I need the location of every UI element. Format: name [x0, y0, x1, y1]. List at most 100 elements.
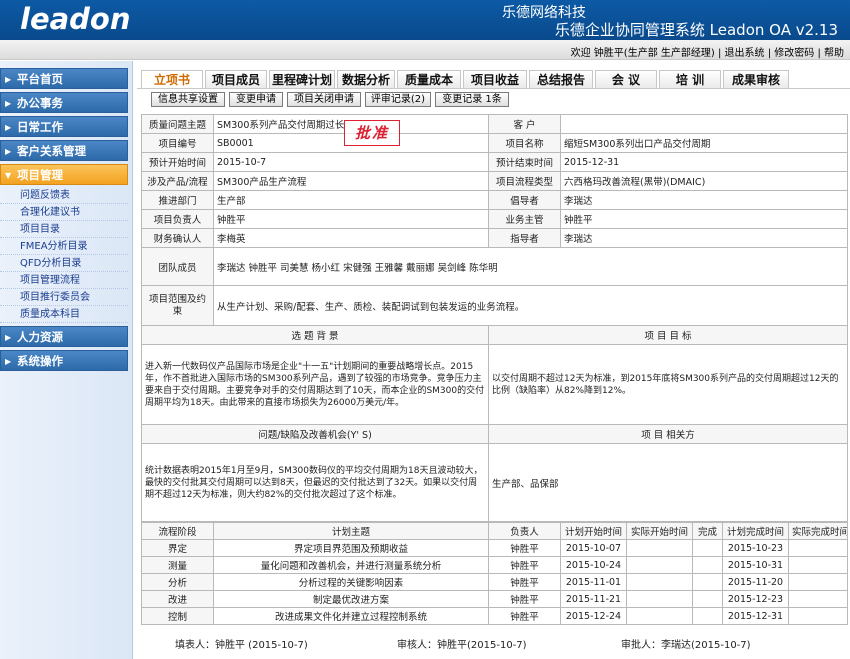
plan-planned-start: 2015-12-24: [560, 607, 627, 625]
close-request-button[interactable]: 项目关闭申请: [287, 92, 361, 107]
plan-topic: 界定项目界范围及预期收益: [213, 539, 489, 557]
members-value: 李瑞达 钟胜平 司美慧 杨小红 宋健强 王雅馨 戴丽娜 吴剑峰 陈华明: [213, 247, 848, 286]
leader-value: 钟胜平: [213, 209, 489, 229]
sidebar-item-home[interactable]: 平台首页: [0, 68, 128, 90]
approver-signature: 审批人：李瑞达(2015-10-7): [621, 640, 751, 651]
department-label: 推进部门: [141, 190, 214, 210]
filler-signature: 填表人：钟胜平 (2015-10-7): [175, 640, 308, 651]
planned-end-value: 2015-12-31: [560, 152, 848, 172]
sidebar-subitem-project-flow[interactable]: 项目管理流程: [0, 272, 128, 289]
plan-actual-end: [788, 539, 848, 557]
planned-end-label: 预计结束时间: [488, 152, 561, 172]
tab-charter[interactable]: 立项书: [141, 70, 203, 89]
plan-phase: 测量: [141, 556, 214, 574]
plan-owner: 钟胜平: [488, 539, 561, 557]
flow-type-value: 六西格玛改善流程(黑带)(DMAIC): [560, 171, 848, 191]
plan-owner: 钟胜平: [488, 573, 561, 591]
plan-actual-start: [626, 556, 693, 574]
tab-meetings[interactable]: 会 议: [595, 70, 657, 89]
project-code-label: 项目编号: [141, 133, 214, 153]
tab-data-analysis[interactable]: 数据分析: [337, 70, 395, 89]
sidebar-subitem-suggestion[interactable]: 合理化建议书: [0, 204, 128, 221]
plan-done: [692, 556, 723, 574]
change-password-link[interactable]: 修改密码: [774, 48, 814, 59]
goal-text: 以交付周期不超过12天为标准，到2015年底将SM300系列产品的交付周期超过1…: [488, 344, 848, 425]
sidebar-item-project-management[interactable]: 项目管理: [0, 164, 128, 186]
background-header: 选 题 背 景: [141, 325, 489, 345]
plan-owner: 钟胜平: [488, 590, 561, 608]
plan-planned-end: 2015-12-23: [722, 590, 789, 608]
sidebar-item-daily-work[interactable]: 日常工作: [0, 116, 128, 138]
sidebar-item-crm[interactable]: 客户关系管理: [0, 140, 128, 162]
plan-header-actual-start: 实际开始时间: [626, 522, 693, 540]
planned-start-value: 2015-10-7: [213, 152, 489, 172]
leadon-logo: leadon: [20, 2, 131, 36]
tab-summary-report[interactable]: 总结报告: [529, 70, 593, 89]
sidebar-subitem-feedback[interactable]: 问题反馈表: [0, 187, 128, 204]
plan-done: [692, 573, 723, 591]
plan-phase: 界定: [141, 539, 214, 557]
change-records-button[interactable]: 变更记录 1条: [435, 92, 509, 107]
app-header: leadon 乐德网络科技 乐德企业协同管理系统 Leadon OA v2.13: [0, 0, 850, 40]
table-row: 改进 制定最优改进方案 钟胜平 2015-11-21 2015-12-23: [141, 590, 848, 608]
sidebar-item-system[interactable]: 系统操作: [0, 350, 128, 372]
finance-label: 财务确认人: [141, 228, 214, 248]
sidebar-subitem-quality-cost[interactable]: 质量成本科目: [0, 306, 128, 323]
table-row: 分析 分析过程的关键影响因素 钟胜平 2015-11-01 2015-11-20: [141, 573, 848, 591]
review-records-button[interactable]: 评审记录(2): [365, 92, 431, 107]
tab-result-review[interactable]: 成果审核: [723, 70, 789, 89]
advocate-label: 倡导者: [488, 190, 561, 210]
tab-underline: [137, 88, 850, 89]
plan-topic: 制定最优改进方案: [213, 590, 489, 608]
plan-planned-end: 2015-11-20: [722, 573, 789, 591]
sidebar-subitem-project-catalog[interactable]: 项目目录: [0, 221, 128, 238]
supervisor-value: 钟胜平: [560, 209, 848, 229]
tab-quality-cost[interactable]: 质量成本: [397, 70, 461, 89]
sidebar-item-hr[interactable]: 人力资源: [0, 326, 128, 348]
department-value: 生产部: [213, 190, 489, 210]
plan-actual-start: [626, 539, 693, 557]
help-link[interactable]: 帮助: [824, 48, 844, 59]
plan-planned-start: 2015-11-21: [560, 590, 627, 608]
plan-planned-end: 2015-12-31: [722, 607, 789, 625]
tab-project-benefit[interactable]: 项目收益: [463, 70, 527, 89]
related-parties-text: 生产部、品保部: [488, 443, 848, 522]
plan-header-actual-end: 实际完成时间: [788, 522, 848, 540]
sidebar-subitem-committee[interactable]: 项目推行委员会: [0, 289, 128, 306]
plan-actual-start: [626, 607, 693, 625]
tab-milestones[interactable]: 里程碑计划: [269, 70, 335, 89]
plan-topic: 分析过程的关键影响因素: [213, 573, 489, 591]
plan-done: [692, 539, 723, 557]
finance-value: 李梅英: [213, 228, 489, 248]
reviewer-signature: 审核人：钟胜平(2015-10-7): [397, 640, 527, 651]
welcome-text: 欢迎 钟胜平(生产部 生产部经理): [570, 48, 715, 59]
customer-value: [560, 114, 848, 134]
supervisor-label: 业务主管: [488, 209, 561, 229]
table-row: 控制 改进成果文件化并建立过程控制系统 钟胜平 2015-12-24 2015-…: [141, 607, 848, 625]
product-label: 涉及产品/流程: [141, 171, 214, 191]
plan-topic: 量化问题和改善机会，并进行测量系统分析: [213, 556, 489, 574]
info-sharing-button[interactable]: 信息共享设置: [151, 92, 225, 107]
change-request-button[interactable]: 变更申请: [229, 92, 283, 107]
mentor-value: 李瑞达: [560, 228, 848, 248]
project-charter-form: 质量问题主题 SM300系列产品交付周期过长 客 户 项目编号 SB0001 项…: [141, 114, 848, 625]
sidebar-subitem-fmea[interactable]: FMEA分析目录: [0, 238, 128, 255]
user-bar: 欢迎 钟胜平(生产部 生产部经理) | 退出系统 | 修改密码 | 帮助: [570, 48, 844, 59]
table-row: 界定 界定项目界范围及预期收益 钟胜平 2015-10-07 2015-10-2…: [141, 539, 848, 557]
plan-actual-end: [788, 607, 848, 625]
plan-header-done: 完成: [692, 522, 723, 540]
scope-label: 项目范围及约束: [141, 285, 214, 326]
scope-value: 从生产计划、采购/配套、生产、质检、装配调试到包装发运的业务流程。: [213, 285, 848, 326]
tab-members[interactable]: 项目成员: [205, 70, 267, 89]
planned-start-label: 预计开始时间: [141, 152, 214, 172]
logout-link[interactable]: 退出系统: [725, 48, 765, 59]
approved-stamp: 批准: [344, 120, 400, 146]
plan-phase: 改进: [141, 590, 214, 608]
plan-done: [692, 590, 723, 608]
sidebar-subitem-qfd[interactable]: QFD分析目录: [0, 255, 128, 272]
product-value: SM300产品生产流程: [213, 171, 489, 191]
tab-training[interactable]: 培 训: [659, 70, 721, 89]
members-label: 团队成员: [141, 247, 214, 286]
plan-actual-start: [626, 573, 693, 591]
sidebar-item-office[interactable]: 办公事务: [0, 92, 128, 114]
